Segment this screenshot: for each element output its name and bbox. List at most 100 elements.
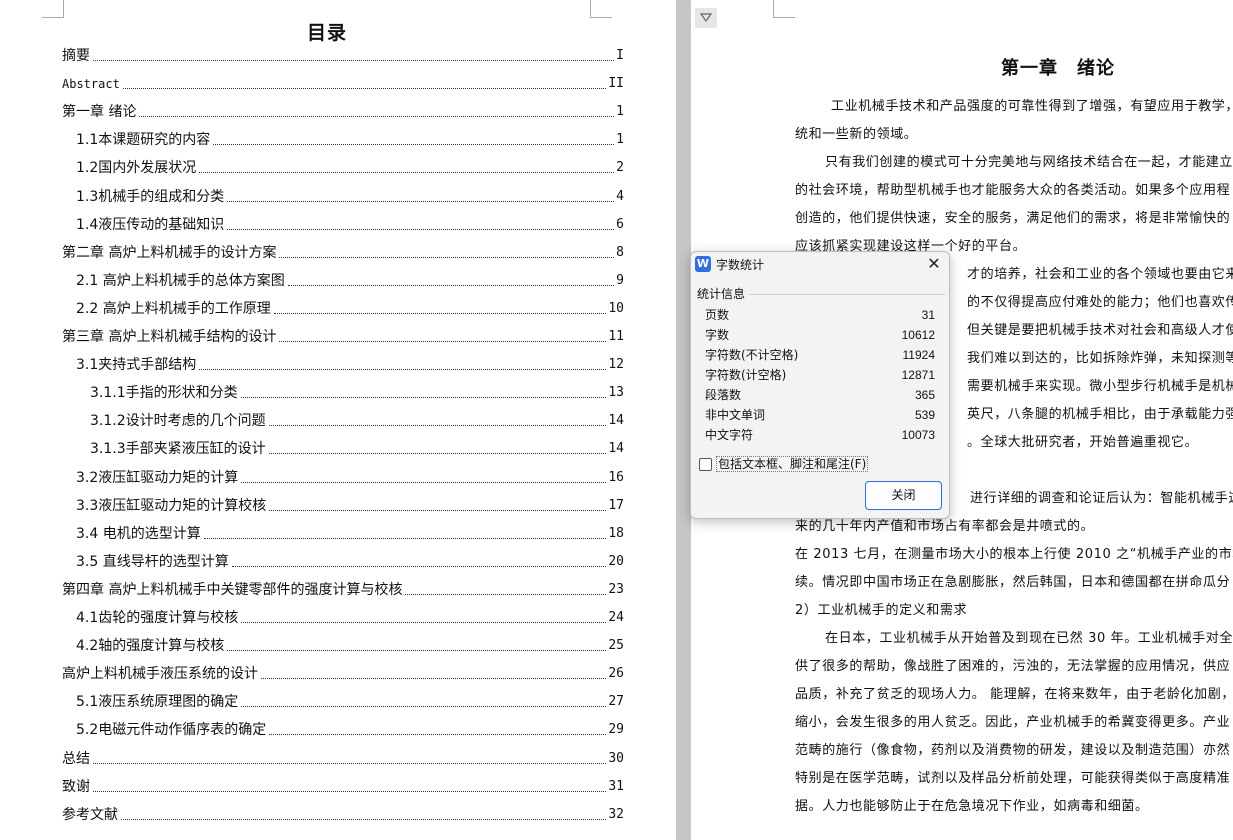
toc-entry[interactable]: 致谢 31 [62, 777, 624, 797]
chapter-title: 第一章 绪论 [1001, 58, 1115, 79]
toc-entry-label: 5.1液压系统原理图的确定 [76, 694, 239, 711]
dialog-titlebar[interactable]: W 字数统计 ✕ [691, 252, 949, 276]
page-gap [676, 0, 691, 840]
toc-entry[interactable]: Abstract II [62, 74, 624, 94]
paragraph-line: 才的培养，社会和工业的各个领域也要由它来服 [967, 267, 1233, 282]
toc-entry[interactable]: 3.2液压缸驱动力矩的计算 16 [76, 468, 624, 488]
paragraph-line: 需要机械手来实现。微小型步行机械手是机械手 [967, 379, 1233, 394]
toc-entry-label: 3.4 电机的选型计算 [76, 525, 201, 542]
toc-entry-page: 14 [608, 441, 624, 457]
toc-entry[interactable]: 3.1.1手指的形状和分类 13 [90, 383, 624, 403]
toc-entry-page: 10 [608, 300, 624, 316]
toc-entry[interactable]: 第三章 高炉上料机械手结构的设计 11 [62, 327, 624, 347]
toc-leader-dots [269, 509, 607, 511]
toc-entry-page: 32 [608, 806, 624, 822]
toc-leader-dots [227, 200, 615, 202]
toc-leader-dots [139, 116, 615, 118]
toc-entry-label: 1.2国内外发展状况 [76, 160, 197, 177]
toc-entry-page: 26 [608, 666, 624, 682]
toc-entry-page: 8 [616, 244, 624, 260]
toc-entry-label: 1.1本课题研究的内容 [76, 132, 211, 149]
toc-entry[interactable]: 3.5 直线导杆的选型计算 20 [76, 552, 624, 572]
toc-entry-label: 摘要 [62, 48, 90, 64]
filter-icon[interactable] [695, 8, 717, 28]
toc-entry-page: 25 [608, 638, 624, 654]
stat-label: 页数 [705, 308, 730, 322]
toc-entry[interactable]: 1.1本课题研究的内容 1 [76, 130, 624, 150]
toc-leader-dots [273, 312, 607, 314]
toc-leader-dots [240, 397, 607, 399]
toc-entry[interactable]: 第二章 高炉上料机械手的设计方案 8 [62, 243, 624, 263]
include-textbox-checkbox[interactable] [699, 457, 712, 471]
toc-leader-dots [93, 790, 607, 792]
stat-label: 中文字符 [705, 428, 754, 442]
toc-entry-label: 第二章 高炉上料机械手的设计方案 [62, 244, 277, 261]
toc-entry[interactable]: 3.1.3手部夹紧液压缸的设计 14 [90, 439, 624, 459]
toc-entry[interactable]: 第四章 高炉上料机械手中关键零部件的强度计算与校核 23 [62, 580, 624, 600]
toc-entry-page: 18 [608, 525, 624, 541]
stat-value: 31 [921, 308, 935, 322]
paragraph-line: 创造的，他们提供快速，安全的服务，满足他们的需求，将是非常愉快的 [795, 211, 1231, 226]
toc-entry[interactable]: 总结 30 [62, 749, 624, 769]
toc-leader-dots [227, 650, 607, 652]
paragraph-line: 只有我们创建的模式可十分完美地与网络技术结合在一起，才能建立 [825, 155, 1233, 170]
stat-value: 11924 [902, 348, 935, 362]
paragraph-line: 品质，补充了贫乏的现场人力。 能理解，在将来数年，由于老龄化加剧， [795, 687, 1233, 702]
toc-entry[interactable]: 参考文献 32 [62, 805, 624, 825]
paragraph-line: 范畴的施行（像食物，药剂以及消费物的研发，建设以及制造范围）亦然 [795, 743, 1231, 758]
paragraph-line: 来的几十年内产值和市场占有率都会是井喷式的。 [795, 519, 1095, 534]
paragraph-line: 但关键是要把机械手技术对社会和高级人才使用 [967, 323, 1233, 338]
toc-entry[interactable]: 2.2 高炉上料机械手的工作原理 10 [76, 299, 624, 319]
paragraph-line: 续。情况即中国市场正在急剧膨胀，然后韩国，日本和德国都在拼命瓜分 [795, 575, 1231, 590]
word-count-dialog: W 字数统计 ✕ 统计信息 页数 31 字数 10612 字符数(不计空格) 11924 字… [690, 251, 950, 519]
toc-entry[interactable]: 4.2轴的强度计算与校核 25 [76, 636, 624, 656]
paragraph-line: 缩小，会发生很多的用人贫乏。因此，产业机械手的希冀变得更多。产业 [795, 715, 1231, 730]
toc-entry[interactable]: 2.1 高炉上料机械手的总体方案图 9 [76, 271, 624, 291]
toc-entry[interactable]: 1.3机械手的组成和分类 4 [76, 187, 624, 207]
toc-entry-label: 3.1.1手指的形状和分类 [90, 385, 238, 402]
stat-label: 字符数(不计空格) [705, 348, 799, 362]
toc-entry-page: 9 [616, 272, 624, 288]
toc-entry[interactable]: 3.4 电机的选型计算 18 [76, 524, 624, 544]
toc-entry-label: 3.2液压缸驱动力矩的计算 [76, 469, 239, 486]
toc-leader-dots [261, 678, 607, 680]
close-icon[interactable]: ✕ [923, 253, 945, 275]
toc-entry[interactable]: 5.2电磁元件动作循序表的确定 29 [76, 720, 624, 740]
close-button[interactable]: 关闭 [865, 481, 942, 510]
toc-entry[interactable]: 1.2国内外发展状况 2 [76, 158, 624, 178]
toc-leader-dots [199, 172, 615, 174]
toc-entry-label: 参考文献 [62, 806, 118, 823]
toc-leader-dots [269, 734, 607, 736]
paragraph-line: 2）工业机械手的定义和需求 [795, 603, 968, 618]
crop-mark [590, 0, 612, 18]
toc-entry-page: 2 [616, 160, 624, 176]
toc-entry[interactable]: 5.1液压系统原理图的确定 27 [76, 692, 624, 712]
toc-page: 目录 摘要 I Abstract II 第一章 绪论 1 1.1本课题研究的内容 1 1.2国内… [0, 0, 676, 840]
paragraph-line: 在日本，工业机械手从开始普及到现在已然 30 年。工业机械手对全球 [825, 631, 1233, 646]
toc-entry-page: 4 [616, 188, 624, 204]
paragraph-line: 英尺，八条腿的机械手相比，由于承载能力强， [967, 407, 1233, 422]
toc-entry[interactable]: 3.3液压缸驱动力矩的计算校核 17 [76, 496, 624, 516]
paragraph-line: 在 2013 七月，在测量市场大小的根本上行使 2010 之“机械手产业的市场 [795, 547, 1233, 562]
stat-row: 字符数(不计空格) 11924 [705, 345, 935, 365]
toc-entry-label: 1.4液压传动的基础知识 [76, 216, 225, 233]
toc-entry[interactable]: 3.1.2设计时考虑的几个问题 14 [90, 411, 624, 431]
toc-leader-dots [241, 622, 607, 623]
toc-leader-dots [268, 453, 607, 455]
toc-entry-page: 16 [608, 469, 624, 485]
toc-entry[interactable]: 高炉上料机械手液压系统的设计 26 [62, 664, 624, 684]
toc-entry[interactable]: 4.1齿轮的强度计算与校核 24 [76, 608, 624, 628]
toc-entry-label: 总结 [62, 750, 90, 767]
toc-entry-page: 30 [608, 750, 624, 766]
include-textbox-label[interactable]: 包括文本框、脚注和尾注(F) [716, 456, 869, 472]
toc-entry[interactable]: 摘要 I [62, 46, 624, 66]
include-textbox-checkbox-row[interactable]: 包括文本框、脚注和尾注(F) [699, 456, 869, 472]
toc-entry-label: 4.2轴的强度计算与校核 [76, 638, 225, 655]
toc-entry[interactable]: 1.4液压传动的基础知识 6 [76, 215, 624, 235]
toc-leader-dots [213, 144, 615, 146]
stat-label: 段落数 [705, 388, 742, 402]
stat-value: 10612 [901, 328, 935, 342]
toc-entry[interactable]: 3.1夹持式手部结构 12 [76, 355, 624, 375]
crop-mark [42, 0, 64, 18]
toc-entry[interactable]: 第一章 绪论 1 [62, 102, 624, 122]
